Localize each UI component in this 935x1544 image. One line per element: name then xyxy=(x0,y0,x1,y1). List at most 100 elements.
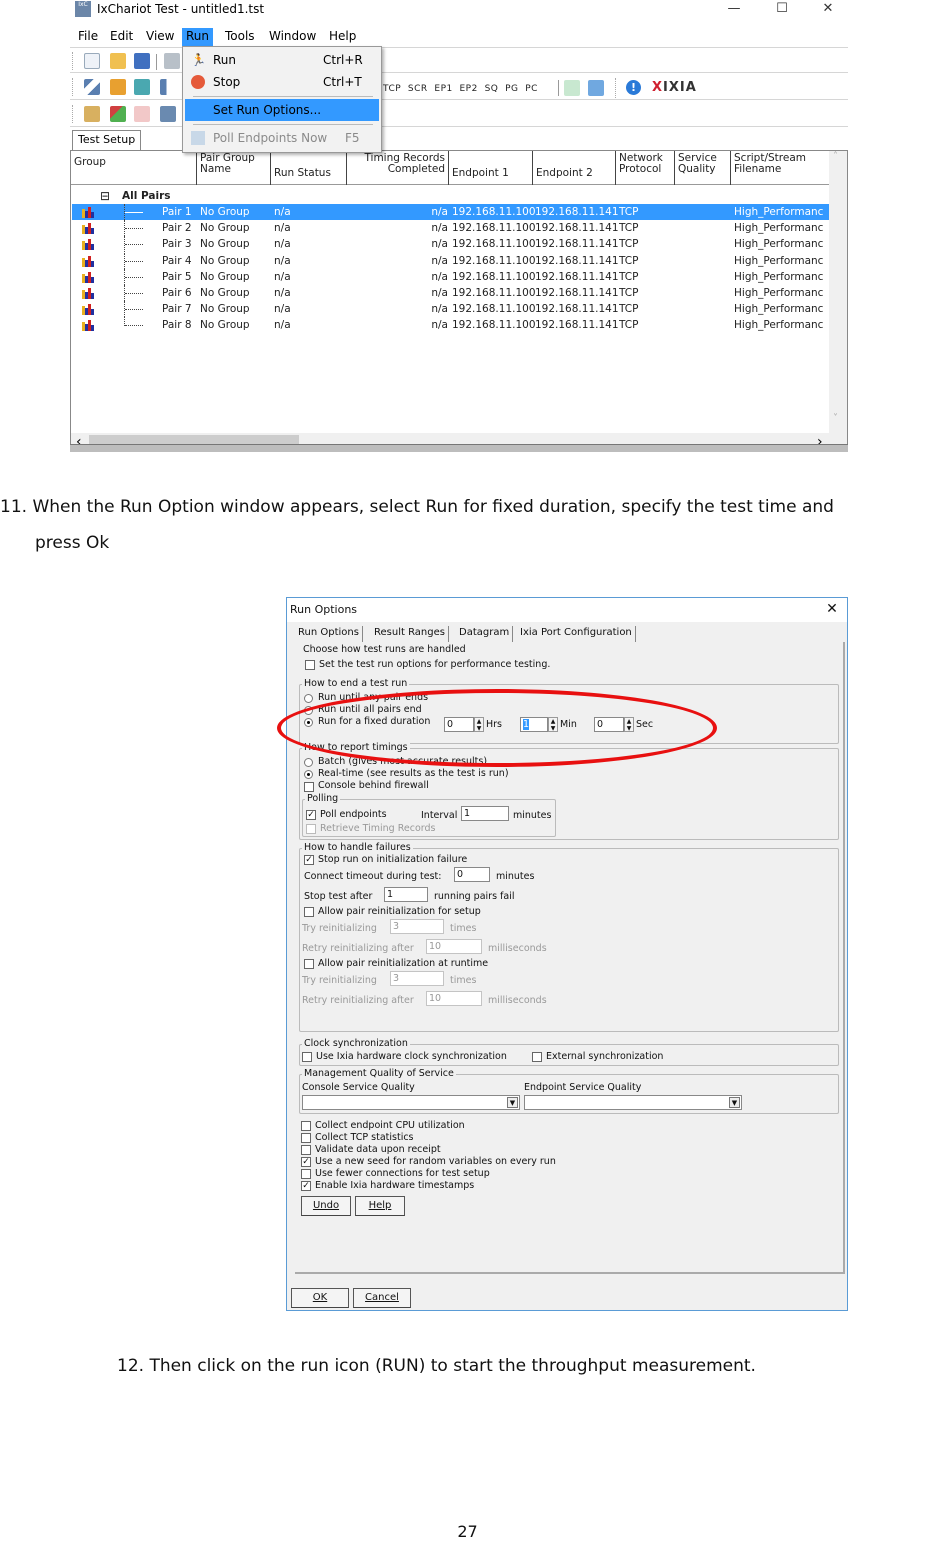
table-row[interactable]: Pair 8 No Group n/a n/a 192.168.11.100 192.16… xyxy=(72,317,830,333)
perf-testing-checkbox[interactable] xyxy=(305,660,315,670)
misc-option-checkbox[interactable] xyxy=(301,1145,311,1155)
tcp-button[interactable]: TCP xyxy=(383,84,401,94)
runtime-reinit-checkbox[interactable] xyxy=(304,959,314,969)
menu-item-run[interactable]: 🏃 Run Ctrl+R xyxy=(185,49,379,71)
multicast-icon[interactable] xyxy=(160,79,176,95)
ok-button[interactable]: OK xyxy=(291,1288,349,1308)
tab-datagram[interactable]: Datagram xyxy=(456,626,514,642)
undo-button[interactable]: Undo xyxy=(301,1196,351,1216)
help-button[interactable]: Help xyxy=(355,1196,405,1216)
pg-button[interactable]: PG xyxy=(505,84,518,94)
menu-edit[interactable]: Edit xyxy=(106,28,137,46)
runtime-try-input[interactable]: 3 xyxy=(390,971,444,986)
import-icon[interactable] xyxy=(564,80,580,96)
open-folder-icon[interactable] xyxy=(110,53,126,69)
table-row[interactable]: Pair 3 No Group n/a n/a 192.168.11.100 192.16… xyxy=(72,236,830,253)
ep2-button[interactable]: EP2 xyxy=(460,84,478,94)
toolbar-grip[interactable] xyxy=(72,52,74,70)
col-network-protocol[interactable]: Network Protocol xyxy=(616,151,675,185)
misc-option-checkbox[interactable] xyxy=(301,1169,311,1179)
col-timing-records[interactable]: Timing Records Completed xyxy=(347,151,449,185)
misc-option-checkbox[interactable] xyxy=(301,1121,311,1131)
clapper-icon[interactable] xyxy=(84,106,100,122)
toolbar-grip[interactable] xyxy=(72,105,74,123)
col-script-filename[interactable]: Script/Stream Filename xyxy=(731,151,831,185)
table-row[interactable]: Pair 5 No Group n/a n/a 192.168.11.100 192.16… xyxy=(72,268,830,285)
vertical-scrollbar[interactable]: ˄ ˅ xyxy=(829,151,847,433)
menu-run[interactable]: Run xyxy=(182,28,214,46)
col-run-status[interactable]: Run Status xyxy=(271,151,347,185)
runtime-retry-input[interactable]: 10 xyxy=(426,991,482,1006)
endpoint-qos-select[interactable]: ▼ xyxy=(524,1095,742,1110)
setup-retry-input[interactable]: 10 xyxy=(426,939,482,954)
table-row[interactable]: Pair 7 No Group n/a n/a 192.168.11.100 192.16… xyxy=(72,301,830,318)
col-pair-group-name[interactable]: Pair Group Name xyxy=(197,151,271,185)
col-endpoint-2[interactable]: Endpoint 2 xyxy=(533,151,616,185)
table-row[interactable]: Pair 6 No Group n/a n/a 192.168.11.100 192.16… xyxy=(72,285,830,301)
external-sync-checkbox[interactable] xyxy=(532,1052,542,1062)
tab-ixia-port-configuration[interactable]: Ixia Port Configuration xyxy=(517,626,636,642)
scroll-down-icon[interactable]: ˅ xyxy=(833,413,838,424)
phone-pair-icon[interactable] xyxy=(110,79,126,95)
save-icon[interactable] xyxy=(134,53,150,69)
misc-option-checkbox[interactable]: ✓ xyxy=(301,1181,311,1191)
tab-run-options[interactable]: Run Options xyxy=(295,626,363,642)
menu-item-poll-endpoints[interactable]: Poll Endpoints Now F5 xyxy=(185,127,379,149)
video-pair-icon[interactable] xyxy=(134,79,150,95)
cancel-button[interactable]: Cancel xyxy=(353,1288,411,1308)
misc-option-checkbox[interactable]: ✓ xyxy=(301,1157,311,1167)
collapse-toggle-icon[interactable]: ⊟ xyxy=(100,188,110,204)
export-icon[interactable] xyxy=(588,80,604,96)
tab-test-setup[interactable]: Test Setup xyxy=(72,130,142,150)
sq-button[interactable]: SQ xyxy=(485,84,499,94)
col-endpoint-1[interactable]: Endpoint 1 xyxy=(449,151,533,185)
table-row[interactable]: Pair 2 No Group n/a n/a 192.168.11.100 192.16… xyxy=(72,220,830,237)
close-button[interactable]: ✕ xyxy=(808,0,848,20)
radio-real-time[interactable] xyxy=(304,770,313,779)
radio-batch[interactable] xyxy=(304,758,313,767)
info-icon[interactable]: ! xyxy=(626,80,641,95)
handle-failures-group: How to handle failures ✓ Stop run on ini… xyxy=(299,842,839,1032)
connect-timeout-input[interactable]: 0 xyxy=(454,867,490,882)
tab-result-ranges[interactable]: Result Ranges xyxy=(371,626,449,642)
stop-after-input[interactable]: 1 xyxy=(384,887,428,902)
ep1-button[interactable]: EP1 xyxy=(434,84,452,94)
print-icon[interactable] xyxy=(164,53,180,69)
network-icon[interactable] xyxy=(160,106,176,122)
firewall-checkbox[interactable] xyxy=(304,782,314,792)
tree-root-all-pairs[interactable]: ⊟ All Pairs xyxy=(72,188,830,204)
cell-ep2: 192.168.11.141 xyxy=(535,303,619,316)
retrieve-timing-checkbox[interactable] xyxy=(306,824,316,834)
console-qos-select[interactable]: ▼ xyxy=(302,1095,520,1110)
radio-any-pair-ends[interactable] xyxy=(304,694,313,703)
pc-button[interactable]: PC xyxy=(525,84,538,94)
misc-option-checkbox[interactable] xyxy=(301,1133,311,1143)
toolbar-grip[interactable] xyxy=(72,78,74,96)
stop-on-init-checkbox[interactable]: ✓ xyxy=(304,855,314,865)
setup-try-input[interactable]: 3 xyxy=(390,919,444,934)
dialog-close-button[interactable]: ✕ xyxy=(821,600,843,620)
menu-item-set-run-options[interactable]: Set Run Options... xyxy=(185,99,379,121)
col-group[interactable]: Group xyxy=(71,151,197,185)
poll-endpoints-checkbox[interactable]: ✓ xyxy=(306,810,316,820)
red-stop-icon[interactable] xyxy=(134,106,150,122)
interval-input[interactable]: 1 xyxy=(461,806,509,821)
menu-file[interactable]: File xyxy=(74,28,102,46)
setup-reinit-checkbox[interactable] xyxy=(304,907,314,917)
col-service-quality[interactable]: Service Quality xyxy=(675,151,731,185)
minimize-button[interactable]: — xyxy=(714,0,754,20)
menu-item-stop[interactable]: Stop Ctrl+T xyxy=(185,71,379,93)
maximize-button[interactable]: ☐ xyxy=(762,0,802,20)
green-run-icon[interactable] xyxy=(110,106,126,122)
ixia-clock-sync-checkbox[interactable] xyxy=(302,1052,312,1062)
new-file-icon[interactable] xyxy=(84,53,100,69)
scroll-up-icon[interactable]: ˄ xyxy=(833,151,838,162)
menu-help[interactable]: Help xyxy=(325,28,360,46)
table-row[interactable]: Pair 4 No Group n/a n/a 192.168.11.100 192.16… xyxy=(72,252,830,269)
pair-icon[interactable] xyxy=(84,79,100,95)
menu-tools[interactable]: Tools xyxy=(221,28,259,46)
menu-view[interactable]: View xyxy=(142,28,178,46)
menu-window[interactable]: Window xyxy=(265,28,320,46)
table-row[interactable]: Pair 1 No Group n/a n/a 192.168.11.100 192.16… xyxy=(72,204,830,220)
scr-button[interactable]: SCR xyxy=(408,84,428,94)
